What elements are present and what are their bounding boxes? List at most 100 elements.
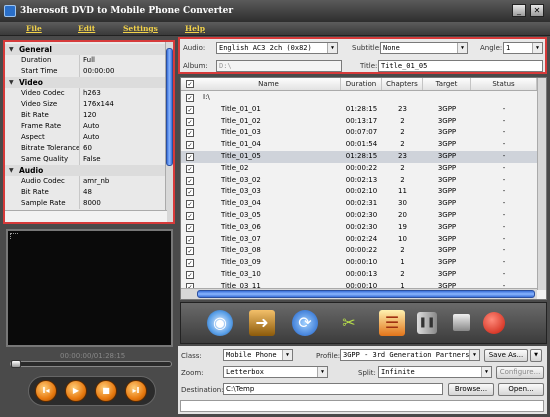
collapse-icon[interactable]: ▼	[9, 44, 14, 55]
minimize-button[interactable]: _	[512, 4, 526, 17]
menu-settings[interactable]: Settings	[123, 22, 158, 36]
table-vscrollbar[interactable]	[537, 78, 546, 290]
row-checkbox[interactable]: ✓	[186, 259, 194, 268]
properties-scroll-thumb[interactable]	[166, 48, 173, 166]
property-row[interactable]: Start Time 00:00:00	[5, 66, 165, 77]
browse-button[interactable]: Browse...	[448, 383, 494, 396]
property-value: 176x144	[83, 100, 114, 108]
table-row[interactable]: ✓ Title_03_03 00:02:10 11 3GPP -	[181, 186, 537, 198]
table-row[interactable]: ✓ Title_03_04 00:02:31 30 3GPP -	[181, 198, 537, 210]
property-row[interactable]: Video Codec h263	[5, 88, 165, 99]
subtitle-select[interactable]: None ▼	[380, 42, 468, 54]
table-row[interactable]: ✓ Title_03_07 00:02:24 10 3GPP -	[181, 234, 537, 246]
table-row[interactable]: ✓ Title_03_06 00:02:30 19 3GPP -	[181, 222, 537, 234]
property-row[interactable]: Aspect Auto	[5, 132, 165, 143]
row-checkbox[interactable]: ✓	[186, 223, 194, 232]
col-duration[interactable]: Duration	[341, 78, 382, 90]
menu-file[interactable]: File	[26, 22, 42, 36]
menu-edit[interactable]: Edit	[78, 22, 95, 36]
profile-select[interactable]: 3GPP - 3rd Generation Partnersh ▼	[340, 349, 480, 361]
table-row[interactable]: ✓ Title_01_02 00:13:17 2 3GPP -	[181, 116, 537, 128]
prev-button[interactable]: I◂	[35, 380, 57, 402]
title-field[interactable]: Title_01_05	[378, 60, 543, 72]
row-checkbox[interactable]: ✓	[186, 247, 194, 256]
seek-bar[interactable]	[10, 360, 172, 368]
cell-status: -	[502, 211, 506, 219]
table-row[interactable]: ✓ Title_03_05 00:02:30 20 3GPP -	[181, 210, 537, 222]
table-row[interactable]: ✓ Title_02 00:00:22 2 3GPP -	[181, 163, 537, 175]
row-checkbox[interactable]: ✓	[186, 176, 194, 185]
property-row[interactable]: Same Quality False	[5, 154, 165, 165]
row-checkbox[interactable]: ✓	[186, 105, 194, 114]
property-row[interactable]: Video Size 176x144	[5, 99, 165, 110]
collapse-icon[interactable]: ▼	[9, 77, 14, 88]
clip-icon[interactable]: ✂	[336, 310, 362, 336]
table-hscroll-thumb[interactable]	[197, 290, 535, 298]
settings-list-icon[interactable]: ☰	[379, 310, 405, 336]
open-dvd-icon[interactable]: ◉	[207, 310, 233, 336]
table-row[interactable]: ✓ Title_01_03 00:07:07 2 3GPP -	[181, 127, 537, 139]
table-row[interactable]: ✓ Title_01_01 01:28:15 23 3GPP -	[181, 104, 537, 116]
open-button[interactable]: Open...	[498, 383, 544, 396]
table-root-row[interactable]: ✓ I:\	[181, 92, 537, 104]
table-row[interactable]: ✓ Title_03_11 00:00:10 1 3GPP -	[181, 281, 537, 288]
next-button[interactable]: ▸I	[125, 380, 147, 402]
property-row[interactable]: Duration Full	[5, 55, 165, 66]
audio-select[interactable]: English AC3 2ch (0x82) ▼	[216, 42, 338, 54]
split-select[interactable]: Infinite ▼	[378, 366, 492, 378]
stop-convert-icon[interactable]	[453, 314, 470, 331]
stop-button[interactable]: ■	[95, 380, 117, 402]
row-checkbox[interactable]: ✓	[186, 200, 194, 209]
table-row[interactable]: ✓ Title_03_08 00:00:22 2 3GPP -	[181, 245, 537, 257]
property-row[interactable]: Audio Codec amr_nb	[5, 176, 165, 187]
row-checkbox[interactable]: ✓	[186, 141, 194, 150]
property-row[interactable]: Frame Rate Auto	[5, 121, 165, 132]
cell-status: -	[502, 163, 506, 172]
root-checkbox[interactable]: ✓	[186, 94, 194, 102]
property-row[interactable]: Bitrate Tolerance 60	[5, 143, 165, 154]
property-group-general[interactable]: ▼ General	[5, 44, 165, 55]
angle-select[interactable]: 1 ▼	[503, 42, 543, 54]
destination-input[interactable]: C:\Temp	[223, 383, 443, 395]
row-checkbox[interactable]: ✓	[186, 271, 194, 279]
collapse-icon[interactable]: ▼	[9, 165, 14, 176]
table-row[interactable]: ✓ Title_03_09 00:00:10 1 3GPP -	[181, 257, 537, 269]
save-as-button[interactable]: Save As...	[484, 349, 528, 362]
menu-help[interactable]: Help	[185, 22, 205, 36]
row-checkbox[interactable]: ✓	[186, 117, 194, 126]
col-status[interactable]: Status	[471, 78, 537, 90]
table-row[interactable]: ✓ Title_03_10 00:00:13 2 3GPP -	[181, 269, 537, 281]
pause-icon[interactable]: ❚❚	[417, 312, 437, 334]
property-row[interactable]: Sample Rate 8000	[5, 198, 165, 209]
row-checkbox[interactable]: ✓	[186, 164, 194, 173]
close-button[interactable]: ✕	[530, 4, 544, 17]
col-chapters[interactable]: Chapters	[382, 78, 423, 90]
col-target[interactable]: Target	[423, 78, 471, 90]
load-ifo-icon[interactable]: ➜	[249, 310, 275, 336]
table-row[interactable]: ✓ Title_01_05 01:28:15 23 3GPP -	[181, 151, 537, 163]
seek-handle[interactable]	[11, 360, 21, 368]
row-checkbox[interactable]: ✓	[186, 129, 194, 138]
select-all-checkbox[interactable]: ✓	[183, 79, 195, 90]
property-group-video[interactable]: ▼ Video	[5, 77, 165, 88]
row-checkbox[interactable]: ✓	[186, 212, 194, 220]
property-group-audio[interactable]: ▼ Audio	[5, 165, 165, 176]
row-checkbox[interactable]: ✓	[186, 235, 194, 244]
play-button[interactable]: ▶	[65, 380, 87, 402]
class-select[interactable]: Mobile Phone ▼	[223, 349, 293, 361]
zoom-select[interactable]: Letterbox ▼	[223, 366, 328, 378]
save-as-dropdown[interactable]: ▼	[530, 349, 542, 362]
properties-scrollbar[interactable]	[165, 42, 173, 222]
property-row[interactable]: Bit Rate 120	[5, 110, 165, 121]
table-hscrollbar[interactable]	[181, 288, 537, 299]
row-checkbox[interactable]: ✓	[186, 153, 194, 161]
property-row[interactable]: Bit Rate 48	[5, 187, 165, 198]
configure-button[interactable]: Configure...	[496, 366, 544, 379]
cell-target: 3GPP	[437, 222, 457, 231]
reload-icon[interactable]: ⟳	[292, 310, 318, 336]
row-checkbox[interactable]: ✓	[186, 188, 194, 197]
table-row[interactable]: ✓ Title_01_04 00:01:54 2 3GPP -	[181, 139, 537, 151]
col-name[interactable]: Name	[197, 78, 341, 90]
table-row[interactable]: ✓ Title_03_02 00:02:13 2 3GPP -	[181, 175, 537, 187]
start-convert-icon[interactable]	[483, 312, 505, 334]
